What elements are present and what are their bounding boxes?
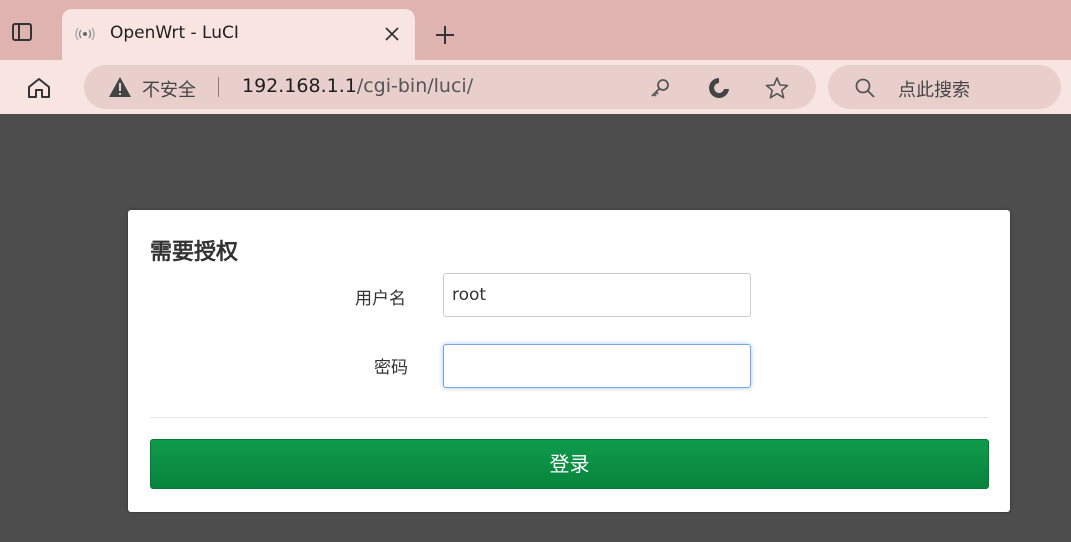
tab-title: OpenWrt - LuCI (110, 23, 239, 43)
tab-strip: OpenWrt - LuCI (0, 0, 1071, 60)
form-divider (150, 417, 989, 418)
security-label[interactable]: 不安全 (142, 76, 196, 102)
address-divider (218, 77, 219, 97)
star-icon[interactable] (764, 75, 790, 101)
active-tab[interactable]: OpenWrt - LuCI (62, 9, 415, 60)
url-text[interactable]: 192.168.1.1/cgi-bin/luci/ (242, 75, 473, 97)
username-input[interactable]: root (443, 273, 751, 317)
auth-heading: 需要授权 (150, 240, 239, 265)
password-input[interactable] (443, 344, 751, 388)
wireless-favicon-icon (74, 25, 96, 43)
address-bar[interactable]: 不安全 192.168.1.1/cgi-bin/luci/ (84, 65, 816, 109)
login-card: 需要授权 用户名 root 密码 登录 (128, 210, 1010, 512)
url-host: 192.168.1.1 (242, 75, 357, 97)
edge-refresh-icon[interactable] (706, 75, 732, 101)
login-button[interactable]: 登录 (150, 439, 989, 489)
search-placeholder: 点此搜索 (898, 80, 970, 101)
username-label: 用户名 (355, 289, 406, 309)
home-icon[interactable] (24, 74, 54, 102)
key-icon[interactable] (648, 76, 672, 100)
plus-icon[interactable] (430, 20, 460, 50)
password-label: 密码 (374, 358, 408, 378)
search-box[interactable]: 点此搜索 (828, 65, 1061, 109)
url-path: /cgi-bin/luci/ (356, 75, 474, 97)
close-icon[interactable] (380, 22, 404, 46)
search-icon (854, 77, 876, 99)
browser-toolbar: 不安全 192.168.1.1/cgi-bin/luci/ 点此搜索 (0, 60, 1071, 114)
warning-icon[interactable] (108, 76, 132, 98)
tab-actions-icon[interactable] (8, 18, 36, 46)
